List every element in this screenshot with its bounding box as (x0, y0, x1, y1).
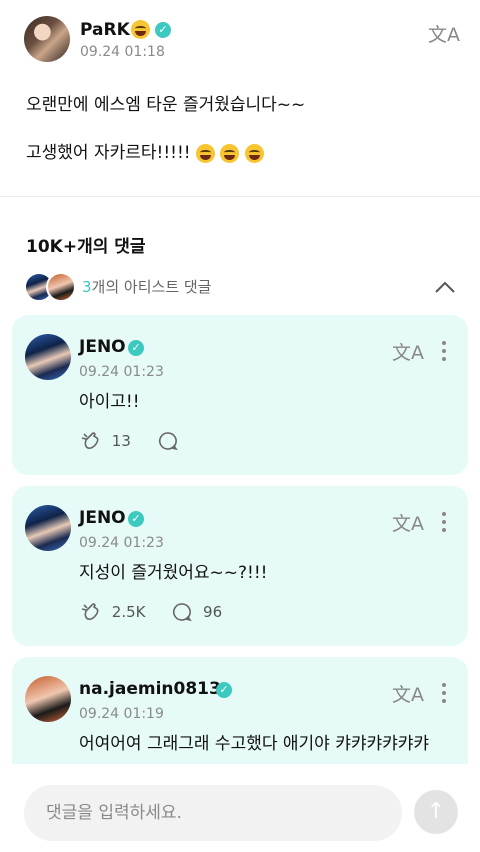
divider (0, 196, 480, 197)
artist-comment-card: JENO ✓ 09.24 01:23 文A 지성이 즐거웠어요~~?!!! 2.… (12, 486, 468, 646)
verified-badge-icon: ✓ (128, 340, 144, 356)
comment-timestamp: 09.24 01:23 (79, 364, 164, 380)
comments-count-title: 10K+개의 댓글 (26, 237, 146, 257)
comment-author-name[interactable]: JENO (79, 337, 126, 357)
comment-author-avatar[interactable] (25, 334, 71, 380)
reply-count: 96 (203, 602, 223, 621)
reaction-icon[interactable] (79, 602, 101, 622)
send-button[interactable]: ↑ (414, 790, 458, 834)
artist-comments-toggle[interactable]: 3개의 아티스트 댓글 (24, 272, 460, 302)
reply-icon[interactable] (158, 431, 178, 451)
comment-text: 어여어여 그래그래 수고했다 애기야 캬캬캬캬캬캬 (79, 734, 430, 754)
reaction-count: 13 (111, 431, 131, 450)
verified-badge-icon: ✓ (216, 682, 232, 698)
translate-icon[interactable]: 文A (392, 338, 424, 365)
chevron-up-icon[interactable] (434, 280, 456, 294)
laughing-emoji-icon (220, 143, 240, 163)
translate-icon[interactable]: 文A (392, 509, 424, 536)
laughing-emoji-icon (196, 143, 216, 163)
artist-comment-card: JENO ✓ 09.24 01:23 文A 아이고!! 13 (12, 315, 468, 475)
comment-text: 아이고!! (79, 392, 140, 412)
translate-icon[interactable]: 文A (392, 680, 424, 707)
comment-stats: 2.5K 96 (79, 602, 222, 624)
artist-avatar (46, 272, 76, 302)
comment-stats: 13 (79, 431, 184, 453)
comment-timestamp: 09.24 01:19 (79, 706, 164, 722)
comment-author-avatar[interactable] (25, 676, 71, 722)
verified-badge-icon: ✓ (128, 511, 144, 527)
comment-timestamp: 09.24 01:23 (79, 535, 164, 551)
verified-badge-icon: ✓ (155, 22, 171, 38)
artist-comments-text: 개의 아티스트 댓글 (91, 278, 212, 296)
post-author-avatar[interactable] (24, 16, 70, 62)
post-timestamp: 09.24 01:18 (80, 44, 165, 60)
comment-text: 지성이 즐거웠어요~~?!!! (79, 563, 268, 583)
comment-input-bar: ↑ (0, 764, 480, 852)
artist-comments-count: 3 (82, 278, 92, 296)
post: PaRK ✓ 09.24 01:18 文A 오랜만에 에스엠 타운 즐거웠습니다… (0, 0, 480, 196)
more-options-icon[interactable] (442, 341, 446, 365)
laughing-emoji-icon (244, 143, 264, 163)
more-options-icon[interactable] (442, 683, 446, 707)
comment-author-avatar[interactable] (25, 505, 71, 551)
comment-author-name[interactable]: na.jaemin0813 (79, 679, 221, 699)
laughing-emoji-icon (131, 20, 150, 39)
more-options-icon[interactable] (442, 512, 446, 536)
reaction-count: 2.5K (111, 602, 146, 621)
artist-comments-label: 3개의 아티스트 댓글 (82, 276, 211, 297)
post-author-name[interactable]: PaRK (80, 20, 130, 40)
post-text-line-2-text: 고생했어 자카르타!!!!! (26, 143, 191, 163)
post-text-line-2: 고생했어 자카르타!!!!! (26, 138, 264, 163)
reply-icon[interactable] (172, 602, 193, 622)
reaction-icon[interactable] (79, 431, 101, 451)
comment-author-name[interactable]: JENO (79, 508, 126, 528)
comment-input[interactable] (24, 785, 402, 841)
translate-icon[interactable]: 文A (428, 20, 460, 47)
post-text-line-1: 오랜만에 에스엠 타운 즐거웠습니다~~ (26, 95, 306, 115)
